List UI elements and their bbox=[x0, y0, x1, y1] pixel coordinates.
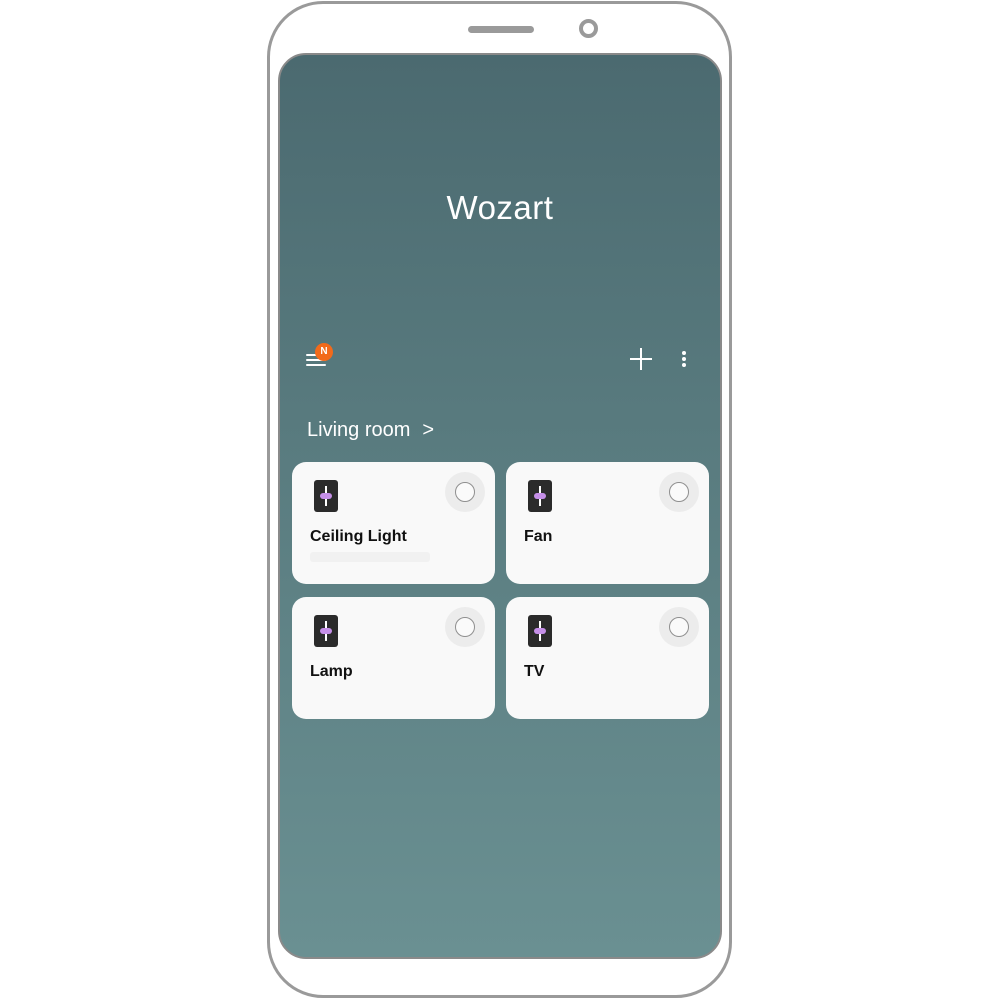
room-name: Living room bbox=[307, 419, 411, 441]
power-ring-icon bbox=[455, 617, 475, 637]
phone-frame: Wozart N Living room > Ceiling Light Fan… bbox=[267, 1, 732, 998]
power-ring-icon bbox=[669, 617, 689, 637]
device-name: Fan bbox=[524, 528, 553, 545]
device-card-tv[interactable]: TV bbox=[506, 597, 709, 719]
app-screen: Wozart N Living room > Ceiling Light Fan… bbox=[278, 53, 722, 959]
room-header[interactable]: Living room > bbox=[307, 419, 434, 442]
app-title: Wozart bbox=[446, 189, 554, 226]
power-ring-icon bbox=[669, 482, 689, 502]
phone-camera bbox=[579, 19, 598, 38]
switch-icon bbox=[314, 480, 338, 512]
device-card-fan[interactable]: Fan bbox=[506, 462, 709, 584]
add-device-button[interactable] bbox=[629, 347, 653, 371]
notification-badge: N bbox=[315, 343, 333, 361]
more-options-button[interactable] bbox=[678, 349, 690, 371]
power-ring-icon bbox=[455, 482, 475, 502]
switch-icon bbox=[314, 615, 338, 647]
device-name: Ceiling Light bbox=[310, 528, 407, 545]
switch-icon bbox=[528, 480, 552, 512]
menu-button[interactable]: N bbox=[304, 343, 338, 375]
device-name: TV bbox=[524, 663, 545, 680]
device-card-ceiling-light[interactable]: Ceiling Light bbox=[292, 462, 495, 584]
device-status-placeholder bbox=[310, 552, 430, 562]
power-toggle[interactable] bbox=[445, 607, 485, 647]
device-name: Lamp bbox=[310, 663, 353, 680]
phone-speaker bbox=[468, 26, 534, 33]
chevron-right-icon: > bbox=[422, 419, 435, 441]
switch-icon bbox=[528, 615, 552, 647]
power-toggle[interactable] bbox=[659, 607, 699, 647]
device-card-lamp[interactable]: Lamp bbox=[292, 597, 495, 719]
power-toggle[interactable] bbox=[445, 472, 485, 512]
power-toggle[interactable] bbox=[659, 472, 699, 512]
